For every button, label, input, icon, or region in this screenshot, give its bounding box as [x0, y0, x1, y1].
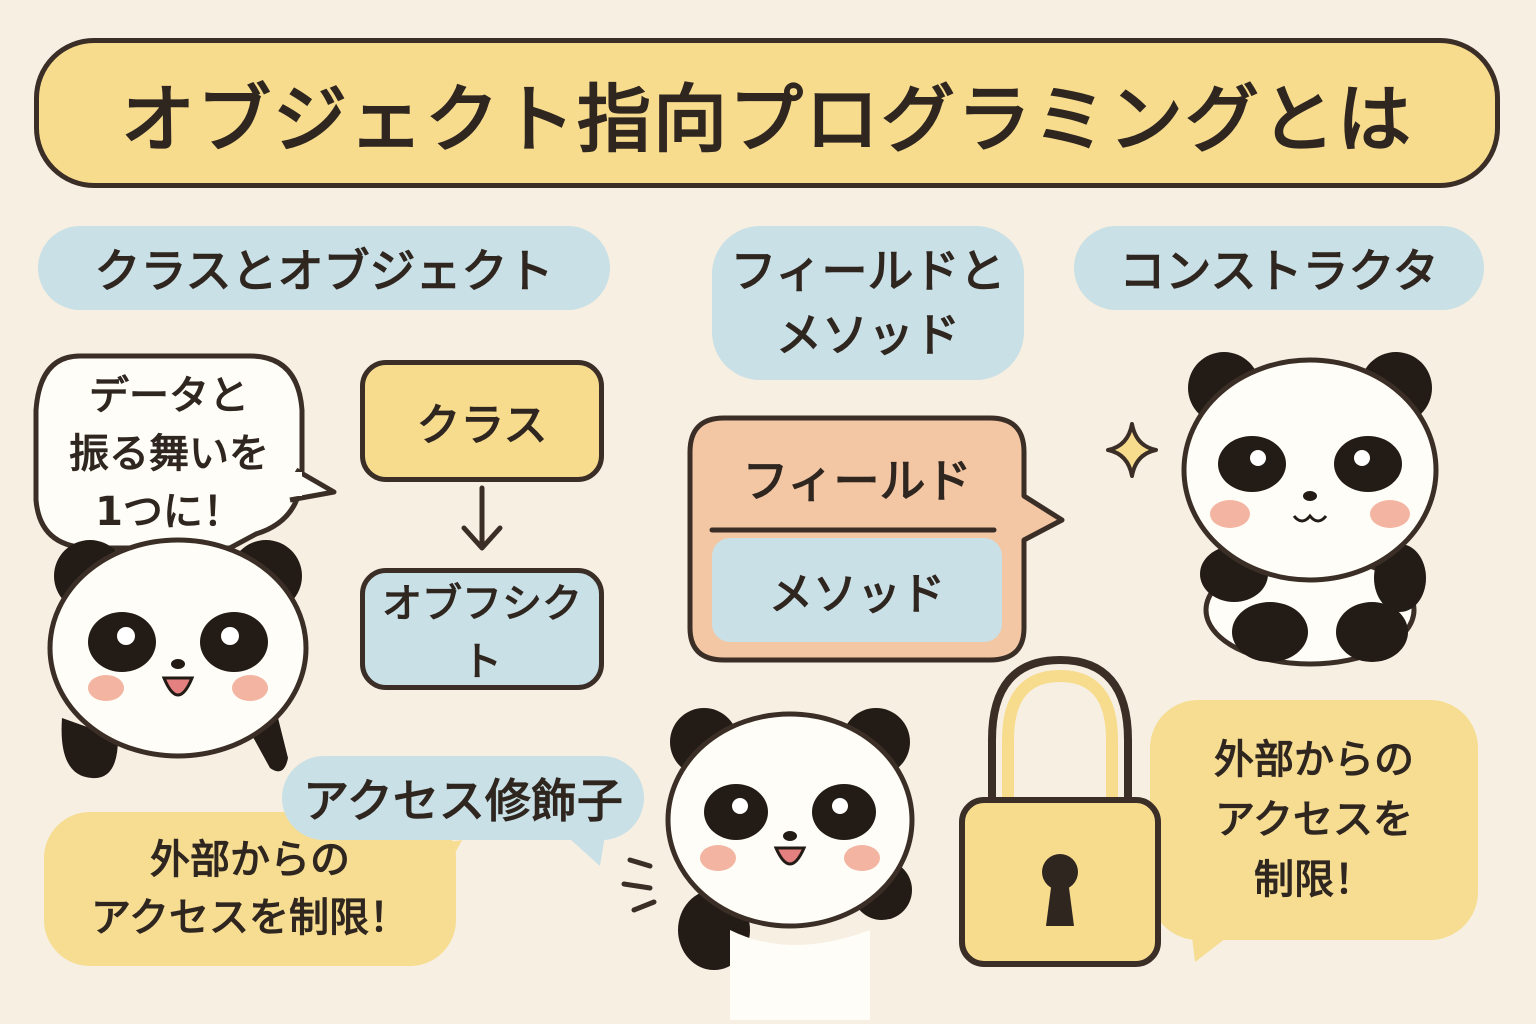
panda-icon: [665, 708, 915, 1020]
method-label: メソッド: [769, 569, 945, 620]
sparkle-icon: [1106, 422, 1158, 478]
padlock-icon: [959, 655, 1161, 967]
arrow-down-icon: [461, 485, 503, 551]
field-label: フィールド: [742, 454, 972, 508]
motion-lines-icon: [621, 857, 657, 913]
panda-icon: [1181, 352, 1439, 667]
panda-icon: [47, 537, 309, 779]
speech-data-behavior-text: データと 振る舞いを 1つに！: [69, 373, 269, 535]
